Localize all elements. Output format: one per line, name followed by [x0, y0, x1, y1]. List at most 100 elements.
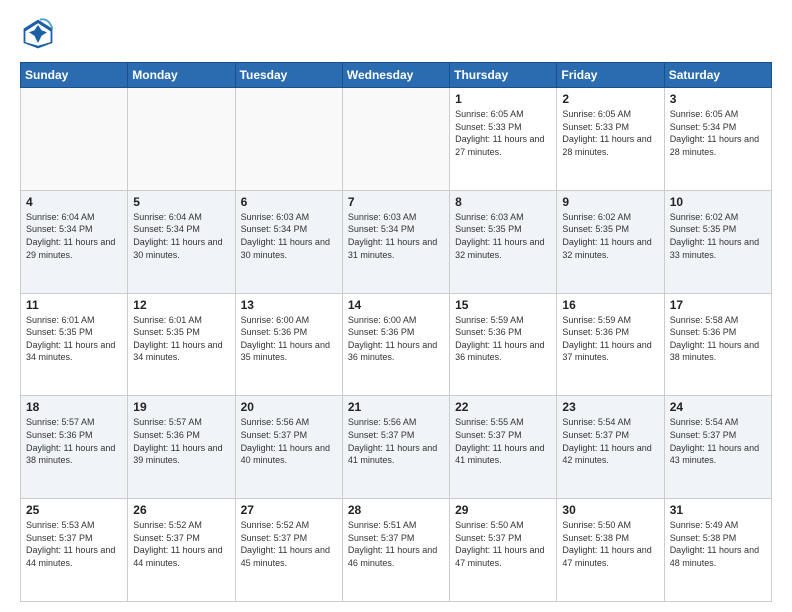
day-cell [342, 88, 449, 191]
day-info: Sunrise: 6:05 AM Sunset: 5:33 PM Dayligh… [455, 108, 551, 158]
day-number: 18 [26, 400, 122, 414]
day-info: Sunrise: 5:54 AM Sunset: 5:37 PM Dayligh… [562, 416, 658, 466]
day-number: 25 [26, 503, 122, 517]
weekday-tuesday: Tuesday [235, 63, 342, 88]
day-number: 17 [670, 298, 766, 312]
week-row-3: 11Sunrise: 6:01 AM Sunset: 5:35 PM Dayli… [21, 293, 772, 396]
day-info: Sunrise: 6:03 AM Sunset: 5:34 PM Dayligh… [348, 211, 444, 261]
day-cell: 25 Sunrise: 5:53 AM Sunset: 5:37 PM Dayli… [21, 499, 128, 602]
day-number: 21 [348, 400, 444, 414]
day-number: 1 [455, 92, 551, 106]
day-info: Sunrise: 6:04 AM Sunset: 5:34 PM Dayligh… [133, 211, 229, 261]
calendar-body: 1 Sunrise: 6:05 AM Sunset: 5:33 PM Daylig… [21, 88, 772, 602]
calendar-header: SundayMondayTuesdayWednesdayThursdayFrid… [21, 63, 772, 88]
day-number: 16 [562, 298, 658, 312]
week-row-5: 25 Sunrise: 5:53 AM Sunset: 5:37 PM Dayli… [21, 499, 772, 602]
day-number: 31 [670, 503, 766, 517]
day-info: Sunrise: 5:55 AM Sunset: 5:37 PM Dayligh… [455, 416, 551, 466]
day-cell: 15Sunrise: 5:59 AM Sunset: 5:36 PM Dayli… [450, 293, 557, 396]
day-info: Sunrise: 5:52 AM Sunset: 5:37 PM Dayligh… [241, 519, 337, 569]
day-cell: 31 Sunrise: 5:49 AM Sunset: 5:38 PM Dayli… [664, 499, 771, 602]
weekday-monday: Monday [128, 63, 235, 88]
day-number: 23 [562, 400, 658, 414]
day-cell: 7 Sunrise: 6:03 AM Sunset: 5:34 PM Daylig… [342, 190, 449, 293]
day-info: Sunrise: 6:03 AM Sunset: 5:34 PM Dayligh… [241, 211, 337, 261]
day-info: Sunrise: 5:56 AM Sunset: 5:37 PM Dayligh… [348, 416, 444, 466]
day-cell: 29 Sunrise: 5:50 AM Sunset: 5:37 PM Dayli… [450, 499, 557, 602]
day-cell [21, 88, 128, 191]
weekday-friday: Friday [557, 63, 664, 88]
day-info: Sunrise: 6:00 AM Sunset: 5:36 PM Dayligh… [241, 314, 337, 364]
day-cell: 14 Sunrise: 6:00 AM Sunset: 5:36 PM Dayli… [342, 293, 449, 396]
weekday-saturday: Saturday [664, 63, 771, 88]
weekday-thursday: Thursday [450, 63, 557, 88]
day-cell: 22 Sunrise: 5:55 AM Sunset: 5:37 PM Dayli… [450, 396, 557, 499]
day-number: 22 [455, 400, 551, 414]
day-number: 27 [241, 503, 337, 517]
day-info: Sunrise: 6:01 AM Sunset: 5:35 PM Dayligh… [133, 314, 229, 364]
logo-icon [20, 16, 56, 52]
day-cell: 26Sunrise: 5:52 AM Sunset: 5:37 PM Dayli… [128, 499, 235, 602]
day-info: Sunrise: 5:50 AM Sunset: 5:38 PM Dayligh… [562, 519, 658, 569]
day-cell: 19Sunrise: 5:57 AM Sunset: 5:36 PM Dayli… [128, 396, 235, 499]
day-number: 29 [455, 503, 551, 517]
day-info: Sunrise: 5:53 AM Sunset: 5:37 PM Dayligh… [26, 519, 122, 569]
weekday-sunday: Sunday [21, 63, 128, 88]
day-cell: 23 Sunrise: 5:54 AM Sunset: 5:37 PM Dayli… [557, 396, 664, 499]
day-number: 30 [562, 503, 658, 517]
day-number: 13 [241, 298, 337, 312]
day-info: Sunrise: 5:49 AM Sunset: 5:38 PM Dayligh… [670, 519, 766, 569]
day-number: 6 [241, 195, 337, 209]
day-cell: 20 Sunrise: 5:56 AM Sunset: 5:37 PM Dayli… [235, 396, 342, 499]
day-info: Sunrise: 6:05 AM Sunset: 5:33 PM Dayligh… [562, 108, 658, 158]
day-number: 3 [670, 92, 766, 106]
day-cell: 18 Sunrise: 5:57 AM Sunset: 5:36 PM Dayli… [21, 396, 128, 499]
day-number: 4 [26, 195, 122, 209]
day-cell: 1 Sunrise: 6:05 AM Sunset: 5:33 PM Daylig… [450, 88, 557, 191]
day-info: Sunrise: 5:50 AM Sunset: 5:37 PM Dayligh… [455, 519, 551, 569]
day-info: Sunrise: 5:56 AM Sunset: 5:37 PM Dayligh… [241, 416, 337, 466]
day-number: 12 [133, 298, 229, 312]
day-info: Sunrise: 6:02 AM Sunset: 5:35 PM Dayligh… [670, 211, 766, 261]
day-info: Sunrise: 6:01 AM Sunset: 5:35 PM Dayligh… [26, 314, 122, 364]
day-number: 14 [348, 298, 444, 312]
day-info: Sunrise: 5:57 AM Sunset: 5:36 PM Dayligh… [133, 416, 229, 466]
day-cell: 24 Sunrise: 5:54 AM Sunset: 5:37 PM Dayli… [664, 396, 771, 499]
weekday-wednesday: Wednesday [342, 63, 449, 88]
day-info: Sunrise: 6:00 AM Sunset: 5:36 PM Dayligh… [348, 314, 444, 364]
day-number: 28 [348, 503, 444, 517]
week-row-1: 1 Sunrise: 6:05 AM Sunset: 5:33 PM Daylig… [21, 88, 772, 191]
day-number: 20 [241, 400, 337, 414]
day-number: 9 [562, 195, 658, 209]
day-cell: 13 Sunrise: 6:00 AM Sunset: 5:36 PM Dayli… [235, 293, 342, 396]
day-info: Sunrise: 5:57 AM Sunset: 5:36 PM Dayligh… [26, 416, 122, 466]
day-cell: 21 Sunrise: 5:56 AM Sunset: 5:37 PM Dayli… [342, 396, 449, 499]
calendar-table: SundayMondayTuesdayWednesdayThursdayFrid… [20, 62, 772, 602]
day-cell: 2Sunrise: 6:05 AM Sunset: 5:33 PM Daylig… [557, 88, 664, 191]
day-cell: 27 Sunrise: 5:52 AM Sunset: 5:37 PM Dayli… [235, 499, 342, 602]
day-info: Sunrise: 6:03 AM Sunset: 5:35 PM Dayligh… [455, 211, 551, 261]
day-cell: 6 Sunrise: 6:03 AM Sunset: 5:34 PM Daylig… [235, 190, 342, 293]
page: SundayMondayTuesdayWednesdayThursdayFrid… [0, 0, 792, 612]
logo [20, 16, 62, 52]
day-number: 5 [133, 195, 229, 209]
day-cell: 28Sunrise: 5:51 AM Sunset: 5:37 PM Dayli… [342, 499, 449, 602]
day-number: 24 [670, 400, 766, 414]
day-cell: 10Sunrise: 6:02 AM Sunset: 5:35 PM Dayli… [664, 190, 771, 293]
day-cell [235, 88, 342, 191]
day-cell [128, 88, 235, 191]
day-cell: 5 Sunrise: 6:04 AM Sunset: 5:34 PM Daylig… [128, 190, 235, 293]
day-cell: 8Sunrise: 6:03 AM Sunset: 5:35 PM Daylig… [450, 190, 557, 293]
day-cell: 30 Sunrise: 5:50 AM Sunset: 5:38 PM Dayli… [557, 499, 664, 602]
day-info: Sunrise: 6:05 AM Sunset: 5:34 PM Dayligh… [670, 108, 766, 158]
day-info: Sunrise: 5:54 AM Sunset: 5:37 PM Dayligh… [670, 416, 766, 466]
day-info: Sunrise: 5:52 AM Sunset: 5:37 PM Dayligh… [133, 519, 229, 569]
header [20, 16, 772, 52]
weekday-header-row: SundayMondayTuesdayWednesdayThursdayFrid… [21, 63, 772, 88]
day-number: 15 [455, 298, 551, 312]
day-cell: 9Sunrise: 6:02 AM Sunset: 5:35 PM Daylig… [557, 190, 664, 293]
day-number: 7 [348, 195, 444, 209]
day-cell: 17Sunrise: 5:58 AM Sunset: 5:36 PM Dayli… [664, 293, 771, 396]
day-info: Sunrise: 5:59 AM Sunset: 5:36 PM Dayligh… [562, 314, 658, 364]
day-cell: 12 Sunrise: 6:01 AM Sunset: 5:35 PM Dayli… [128, 293, 235, 396]
